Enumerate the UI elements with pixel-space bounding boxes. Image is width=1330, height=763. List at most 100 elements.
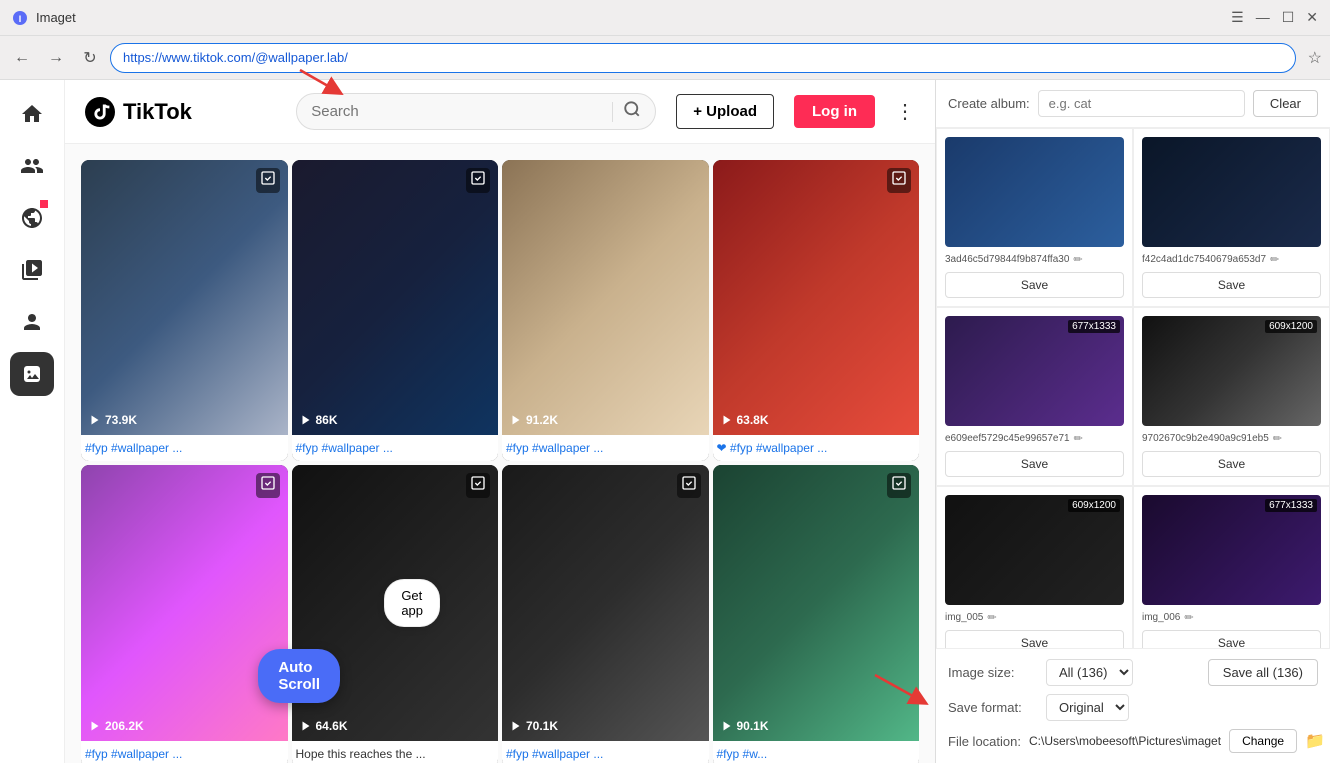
save-overlay[interactable]: [466, 473, 490, 498]
right-panel-header: Create album: Clear: [936, 80, 1330, 128]
save-image-button[interactable]: Save: [1142, 630, 1321, 648]
get-app-button[interactable]: Get app: [384, 579, 440, 627]
bookmark-icon[interactable]: ☆: [1308, 48, 1322, 68]
edit-icon[interactable]: ✏: [1073, 253, 1082, 266]
right-panel: Create album: Clear 3ad46c5d79844f9b874f…: [935, 80, 1330, 763]
right-image-item: 609x1200 9702670c9b2e490a9c91eb5 ✏ Save: [1133, 307, 1330, 486]
sidebar-item-explore[interactable]: [10, 196, 54, 240]
right-image-thumbnail: 677x1333: [945, 316, 1124, 426]
sidebar-item-imaget[interactable]: [10, 352, 54, 396]
search-input[interactable]: [311, 103, 602, 120]
right-image-item: 3ad46c5d79844f9b874ffa30 ✏ Save: [936, 128, 1133, 307]
save-overlay[interactable]: [466, 168, 490, 193]
save-overlay[interactable]: [677, 473, 701, 498]
refresh-button[interactable]: ↻: [76, 44, 104, 72]
search-bar: [296, 93, 656, 130]
video-views: 206.2K: [89, 719, 144, 733]
auto-scroll-button[interactable]: Auto Scroll: [258, 649, 340, 703]
save-overlay[interactable]: [887, 168, 911, 193]
video-caption: Hope this reaches the ...: [292, 741, 499, 763]
image-id: e609eef5729c45e99657e71 ✏: [945, 432, 1124, 445]
image-size-row: Image size: All (136) Save all (136): [948, 659, 1318, 686]
save-overlay[interactable]: [256, 168, 280, 193]
sidebar-item-friends[interactable]: [10, 144, 54, 188]
edit-icon[interactable]: ✏: [1184, 611, 1193, 624]
app-icon: I: [12, 10, 28, 26]
tiktok-logo-icon: [85, 97, 115, 127]
sidebar-item-live[interactable]: [10, 248, 54, 292]
upload-button[interactable]: + Upload: [676, 94, 774, 129]
image-size-badge: 677x1333: [1265, 499, 1317, 512]
save-all-button[interactable]: Save all (136): [1208, 659, 1318, 686]
right-image-item: 609x1200 img_005 ✏ Save: [936, 486, 1133, 648]
save-image-button[interactable]: Save: [945, 272, 1124, 298]
save-image-button[interactable]: Save: [945, 451, 1124, 477]
right-image-thumbnail: 609x1200: [1142, 316, 1321, 426]
url-bar[interactable]: https://www.tiktok.com/@wallpaper.lab/: [110, 43, 1296, 73]
video-card[interactable]: 206.2K #fyp #wallpaper ...: [81, 465, 288, 763]
file-location-label: File location:: [948, 734, 1021, 749]
right-image-thumbnail: 677x1333: [1142, 495, 1321, 605]
video-caption: #fyp #wallpaper ...: [81, 435, 288, 461]
window-controls[interactable]: ☰ — ☐ ✕: [1231, 9, 1318, 26]
edit-icon[interactable]: ✏: [1074, 432, 1083, 445]
search-icon[interactable]: [623, 100, 641, 123]
right-image-thumbnail: [945, 137, 1124, 247]
maximize-button[interactable]: ☐: [1282, 9, 1295, 26]
video-grid: 73.9K #fyp #wallpaper ... 86K #fyp #wall…: [65, 144, 935, 763]
url-text: https://www.tiktok.com/@wallpaper.lab/: [123, 50, 1283, 65]
image-id: 3ad46c5d79844f9b874ffa30 ✏: [945, 253, 1124, 266]
title-bar: I Imaget ☰ — ☐ ✕: [0, 0, 1330, 36]
image-id: 9702670c9b2e490a9c91eb5 ✏: [1142, 432, 1321, 445]
save-overlay[interactable]: [256, 473, 280, 498]
video-card[interactable]: 73.9K #fyp #wallpaper ...: [81, 160, 288, 461]
image-id: img_005 ✏: [945, 611, 1124, 624]
video-thumbnail: 90.1K: [713, 465, 920, 740]
edit-icon[interactable]: ✏: [987, 611, 996, 624]
right-image-item: 677x1333 e609eef5729c45e99657e71 ✏ Save: [936, 307, 1133, 486]
video-views: 90.1K: [721, 719, 769, 733]
save-image-button[interactable]: Save: [1142, 451, 1321, 477]
more-options-icon[interactable]: ⋮: [895, 99, 915, 124]
folder-icon[interactable]: 📁: [1305, 731, 1325, 751]
video-views: 70.1K: [510, 719, 558, 733]
video-card[interactable]: 90.1K #fyp #w...: [713, 465, 920, 763]
image-size-label: Image size:: [948, 665, 1038, 680]
svg-text:I: I: [19, 14, 22, 24]
save-format-label: Save format:: [948, 700, 1038, 715]
create-album-label: Create album:: [948, 96, 1030, 111]
right-image-item: f42c4ad1dc7540679a653d7 ✏ Save: [1133, 128, 1330, 307]
video-card[interactable]: 70.1K #fyp #wallpaper ...: [502, 465, 709, 763]
right-image-item: 677x1333 img_006 ✏ Save: [1133, 486, 1330, 648]
forward-button[interactable]: →: [42, 44, 70, 72]
clear-button[interactable]: Clear: [1253, 90, 1318, 117]
edit-icon[interactable]: ✏: [1273, 432, 1282, 445]
video-caption: #fyp #wallpaper ...: [292, 435, 499, 461]
back-button[interactable]: ←: [8, 44, 36, 72]
image-size-select[interactable]: All (136): [1046, 659, 1133, 686]
sidebar-item-home[interactable]: [10, 92, 54, 136]
save-overlay[interactable]: [887, 473, 911, 498]
video-card[interactable]: 91.2K #fyp #wallpaper ...: [502, 160, 709, 461]
change-path-button[interactable]: Change: [1229, 729, 1297, 753]
album-input[interactable]: [1038, 90, 1245, 117]
menu-icon[interactable]: ☰: [1231, 9, 1244, 26]
sidebar-item-profile[interactable]: [10, 300, 54, 344]
save-format-select[interactable]: Original: [1046, 694, 1129, 721]
image-size-badge: 677x1333: [1068, 320, 1120, 333]
minimize-button[interactable]: —: [1256, 9, 1270, 26]
image-id: img_006 ✏: [1142, 611, 1321, 624]
login-button[interactable]: Log in: [794, 95, 875, 128]
edit-icon[interactable]: ✏: [1270, 253, 1279, 266]
save-image-button[interactable]: Save: [1142, 272, 1321, 298]
save-image-button[interactable]: Save: [945, 630, 1124, 648]
video-thumbnail: 86K: [292, 160, 499, 435]
right-image-thumbnail: 609x1200: [945, 495, 1124, 605]
tiktok-sidebar: [0, 80, 65, 763]
close-button[interactable]: ✕: [1306, 9, 1318, 26]
search-divider: [612, 102, 613, 122]
video-caption: #fyp #w...: [713, 741, 920, 763]
video-card[interactable]: 86K #fyp #wallpaper ...: [292, 160, 499, 461]
video-card[interactable]: 63.8K ❤ #fyp #wallpaper ...: [713, 160, 920, 461]
video-thumbnail: 70.1K: [502, 465, 709, 740]
